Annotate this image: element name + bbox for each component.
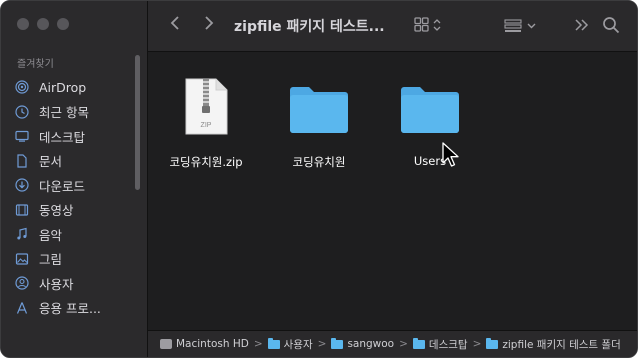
sidebar-item-desktop[interactable]: 데스크탑 bbox=[15, 124, 137, 149]
photo-icon bbox=[15, 252, 29, 266]
sidebar-item-label: 사용자 bbox=[39, 276, 74, 292]
folder-icon bbox=[486, 337, 499, 349]
folder-icon bbox=[267, 337, 280, 349]
crumb-label: 사용자 bbox=[283, 338, 313, 351]
path-bar: Macintosh HD > 사용자 > sangwoo > 데스크탑 > zi… bbox=[148, 330, 637, 357]
path-separator: > bbox=[472, 338, 482, 350]
path-crumb-macintosh-hd[interactable]: Macintosh HD bbox=[160, 338, 249, 350]
path-crumb-zipfile-folder[interactable]: zipfile 패키지 테스트 폴더 bbox=[486, 337, 621, 352]
sidebar-item-recents[interactable]: 최근 항목 bbox=[15, 100, 137, 125]
search-icon[interactable] bbox=[602, 16, 620, 39]
sidebar-item-label: 응용 프로... bbox=[39, 301, 101, 317]
music-icon bbox=[15, 227, 29, 241]
airdrop-icon bbox=[15, 80, 29, 94]
chevron-left-icon[interactable] bbox=[170, 15, 180, 36]
path-crumb-desktop[interactable]: 데스크탑 bbox=[412, 337, 468, 352]
sidebar-item-label: 그림 bbox=[39, 252, 63, 268]
sidebar-item-downloads[interactable]: 다운로드 bbox=[15, 173, 137, 198]
applications-icon bbox=[15, 301, 29, 315]
zip-badge: ZIP bbox=[201, 122, 212, 129]
finder-window: 즐겨찾기 AirDrop 최근 항목 데스크탑 문서 다운로드 동영상 음악 그… bbox=[0, 0, 638, 358]
folder-icon bbox=[412, 337, 425, 349]
folder-icon bbox=[401, 87, 459, 133]
crumb-label: sangwoo bbox=[347, 338, 395, 350]
file-grid: ZIP 코딩유치원.zip 코딩유치원 Users bbox=[148, 52, 637, 331]
group-by-icon[interactable] bbox=[504, 18, 538, 38]
folder-icon bbox=[331, 337, 344, 349]
file-name: 코딩유치원 bbox=[292, 155, 346, 169]
zoom-button[interactable] bbox=[57, 18, 69, 30]
toolbar: zipfile 패키지 테스트... bbox=[148, 1, 637, 52]
hard-drive-icon bbox=[160, 339, 172, 349]
path-separator: > bbox=[399, 338, 408, 350]
sidebar-item-label: 데스크탑 bbox=[39, 129, 86, 145]
user-icon bbox=[15, 276, 29, 290]
file-item-zip[interactable]: ZIP 코딩유치원.zip bbox=[156, 78, 256, 170]
crumb-label: zipfile 패키지 테스트 폴더 bbox=[502, 338, 621, 351]
sidebar-item-label: 다운로드 bbox=[39, 178, 86, 194]
sidebar-item-applications[interactable]: 응용 프로... bbox=[15, 296, 137, 321]
sidebar-item-label: 동영상 bbox=[39, 203, 74, 219]
file-name: Users bbox=[413, 154, 447, 168]
sidebar-list: AirDrop 최근 항목 데스크탑 문서 다운로드 동영상 음악 그림 사용자… bbox=[15, 75, 137, 320]
sidebar-item-label: 최근 항목 bbox=[39, 105, 89, 121]
folder-item-users[interactable]: Users bbox=[380, 84, 480, 168]
chevron-right-icon[interactable] bbox=[204, 15, 214, 36]
path-separator: > bbox=[317, 338, 327, 350]
sidebar-item-movies[interactable]: 동영상 bbox=[15, 198, 137, 223]
sidebar-section-favorites: 즐겨찾기 bbox=[17, 59, 54, 70]
desktop-icon bbox=[15, 129, 29, 143]
close-button[interactable] bbox=[17, 18, 29, 30]
document-icon bbox=[15, 154, 29, 168]
clock-icon bbox=[15, 105, 29, 119]
path-crumb-sangwoo[interactable]: sangwoo bbox=[331, 337, 395, 350]
sidebar: 즐겨찾기 AirDrop 최근 항목 데스크탑 문서 다운로드 동영상 음악 그… bbox=[1, 1, 148, 357]
window-controls bbox=[17, 18, 69, 30]
sidebar-item-user[interactable]: 사용자 bbox=[15, 271, 137, 296]
path-crumb-users[interactable]: 사용자 bbox=[267, 337, 313, 352]
sidebar-item-documents[interactable]: 문서 bbox=[15, 149, 137, 174]
folder-item-coding[interactable]: 코딩유치원 bbox=[269, 84, 369, 170]
sidebar-item-label: 문서 bbox=[39, 154, 63, 170]
film-icon bbox=[15, 203, 29, 217]
download-icon bbox=[15, 178, 29, 192]
zip-file-icon: ZIP bbox=[185, 78, 228, 135]
sidebar-item-label: AirDrop bbox=[39, 79, 87, 95]
window-title: zipfile 패키지 테스트... bbox=[234, 19, 385, 35]
sidebar-item-airdrop[interactable]: AirDrop bbox=[15, 75, 137, 100]
path-separator: > bbox=[253, 338, 263, 350]
minimize-button[interactable] bbox=[37, 18, 49, 30]
grid-icon[interactable] bbox=[414, 17, 442, 38]
file-name: 코딩유치원.zip bbox=[169, 155, 243, 169]
sidebar-item-music[interactable]: 음악 bbox=[15, 222, 137, 247]
sidebar-item-label: 음악 bbox=[39, 227, 63, 243]
sidebar-item-pictures[interactable]: 그림 bbox=[15, 247, 137, 272]
folder-icon bbox=[290, 87, 348, 133]
double-chevron-icon[interactable] bbox=[574, 17, 590, 37]
mouse-cursor-icon bbox=[442, 142, 459, 167]
crumb-label: Macintosh HD bbox=[176, 338, 249, 350]
crumb-label: 데스크탑 bbox=[428, 338, 468, 351]
